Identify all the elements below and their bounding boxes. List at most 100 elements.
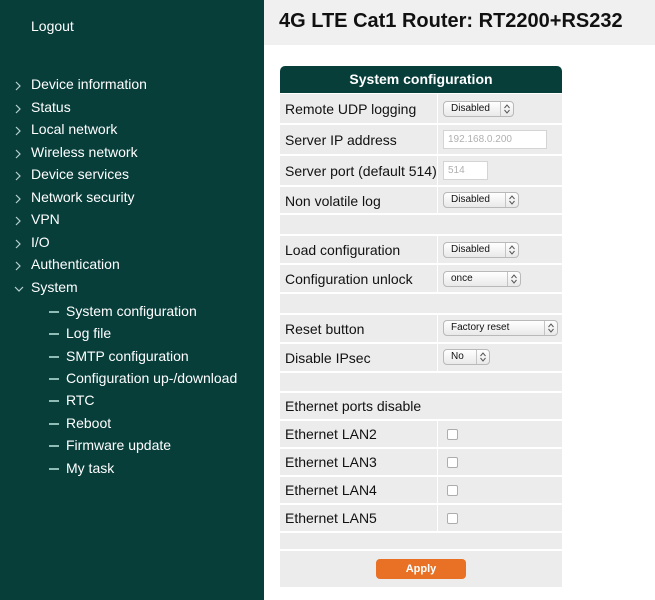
load-configuration-select[interactable]: Disabled [443, 242, 519, 258]
sidebar: Logout Device information Status Local n… [0, 0, 264, 600]
chevron-right-icon [14, 255, 31, 275]
spacer-row [280, 533, 562, 550]
dash-icon [49, 445, 59, 448]
nav-item-label: Authentication [31, 256, 120, 272]
sub-item-label: Reboot [66, 415, 112, 431]
row-label: Non volatile log [285, 193, 381, 209]
reset-button-select[interactable]: Factory reset [443, 320, 558, 336]
sub-item-log-file[interactable]: Log file [49, 323, 111, 343]
nav-item-label: System [31, 279, 78, 295]
updown-arrows-icon [507, 272, 520, 286]
ethernet-lan3-checkbox[interactable] [447, 457, 458, 468]
nav-item-label: Wireless network [31, 144, 138, 160]
divider [437, 236, 438, 263]
chevron-down-icon [14, 278, 31, 298]
spacer-row [280, 215, 562, 235]
divider [437, 505, 438, 531]
nav-item-device-services[interactable]: Device services [14, 164, 129, 184]
nav-item-device-information[interactable]: Device information [14, 74, 147, 94]
sub-item-reboot[interactable]: Reboot [49, 413, 111, 433]
chevron-right-icon [14, 98, 31, 118]
dash-icon [49, 378, 59, 381]
row-ethernet-ports-disable: Ethernet ports disable [280, 393, 562, 420]
dash-icon [49, 400, 59, 403]
page-title: 4G LTE Cat1 Router: RT2200+RS232 [279, 10, 623, 32]
row-label: Ethernet LAN2 [285, 426, 377, 442]
divider [437, 477, 438, 503]
nav-item-network-security[interactable]: Network security [14, 187, 134, 207]
chevron-right-icon [14, 75, 31, 95]
nav-item-status[interactable]: Status [14, 97, 71, 117]
nav-item-system[interactable]: System [14, 277, 78, 297]
row-label: Ethernet LAN3 [285, 454, 377, 470]
sub-item-smtp-configuration[interactable]: SMTP configuration [49, 346, 189, 366]
updown-arrows-icon [505, 243, 518, 257]
nav-item-label: VPN [31, 211, 60, 227]
ethernet-lan5-checkbox[interactable] [447, 513, 458, 524]
disable-ipsec-select[interactable]: No [443, 349, 490, 365]
nav-item-authentication[interactable]: Authentication [14, 254, 120, 274]
spacer-row [280, 373, 562, 392]
ethernet-lan2-checkbox[interactable] [447, 429, 458, 440]
chevron-right-icon [14, 120, 31, 140]
updown-arrows-icon [476, 350, 489, 364]
dash-icon [49, 468, 59, 471]
dash-icon [49, 423, 59, 426]
logout-link[interactable]: Logout [31, 18, 74, 34]
sub-item-rtc[interactable]: RTC [49, 390, 95, 410]
row-label: Remote UDP logging [285, 101, 417, 117]
select-value: Disabled [451, 194, 490, 205]
chevron-right-icon [14, 210, 31, 230]
server-ip-input[interactable]: 192.168.0.200 [443, 130, 547, 149]
divider [437, 125, 438, 154]
nav-item-label: Device services [31, 166, 130, 182]
remote-udp-logging-select[interactable]: Disabled [443, 101, 514, 117]
nav-item-vpn[interactable]: VPN [14, 209, 60, 229]
sub-item-label: My task [66, 460, 115, 476]
nav-item-label: Local network [31, 121, 118, 137]
chevron-right-icon [14, 165, 31, 185]
select-value: Factory reset [451, 322, 510, 333]
nav-item-label: Status [31, 99, 71, 115]
row-label: Disable IPsec [285, 350, 371, 366]
divider [437, 187, 438, 213]
row-label: Server IP address [285, 132, 397, 148]
row-server-ip: Server IP address 192.168.0.200 [280, 125, 562, 155]
spacer-row [280, 294, 562, 314]
sub-item-configuration-updownload[interactable]: Configuration up-/download [49, 368, 237, 388]
nav-item-wireless-network[interactable]: Wireless network [14, 142, 138, 162]
row-label: Server port (default 514) [285, 163, 437, 179]
select-value: once [451, 273, 473, 284]
dash-icon [49, 311, 59, 314]
row-label: Ethernet LAN5 [285, 510, 377, 526]
nav-item-local-network[interactable]: Local network [14, 119, 117, 139]
row-label: Load configuration [285, 242, 401, 258]
dash-icon [49, 333, 59, 336]
row-remote-udp-logging: Remote UDP logging Disabled [280, 94, 562, 124]
ethernet-lan4-checkbox[interactable] [447, 485, 458, 496]
server-port-input[interactable]: 514 [443, 161, 488, 180]
select-value: Disabled [451, 244, 490, 255]
updown-arrows-icon [500, 102, 513, 116]
apply-button[interactable]: Apply [376, 559, 466, 579]
configuration-unlock-select[interactable]: once [443, 271, 521, 287]
nav-item-io[interactable]: I/O [14, 232, 50, 252]
updown-arrows-icon [505, 193, 518, 207]
row-load-configuration: Load configuration Disabled [280, 236, 562, 264]
sub-item-label: RTC [66, 392, 95, 408]
row-non-volatile-log: Non volatile log Disabled [280, 187, 562, 214]
row-ethernet-lan4: Ethernet LAN4 [280, 477, 562, 504]
nav-item-label: Network security [31, 189, 135, 205]
sub-item-system-configuration[interactable]: System configuration [49, 301, 197, 321]
divider [437, 315, 438, 342]
row-ethernet-lan2: Ethernet LAN2 [280, 421, 562, 448]
divider [437, 449, 438, 475]
divider [437, 421, 438, 447]
non-volatile-log-select[interactable]: Disabled [443, 192, 519, 208]
divider [437, 265, 438, 292]
sub-item-my-task[interactable]: My task [49, 458, 114, 478]
nav-item-label: Device information [31, 76, 147, 92]
row-reset-button: Reset button Factory reset [280, 315, 562, 343]
row-label: Configuration unlock [285, 271, 413, 287]
sub-item-firmware-update[interactable]: Firmware update [49, 435, 171, 455]
